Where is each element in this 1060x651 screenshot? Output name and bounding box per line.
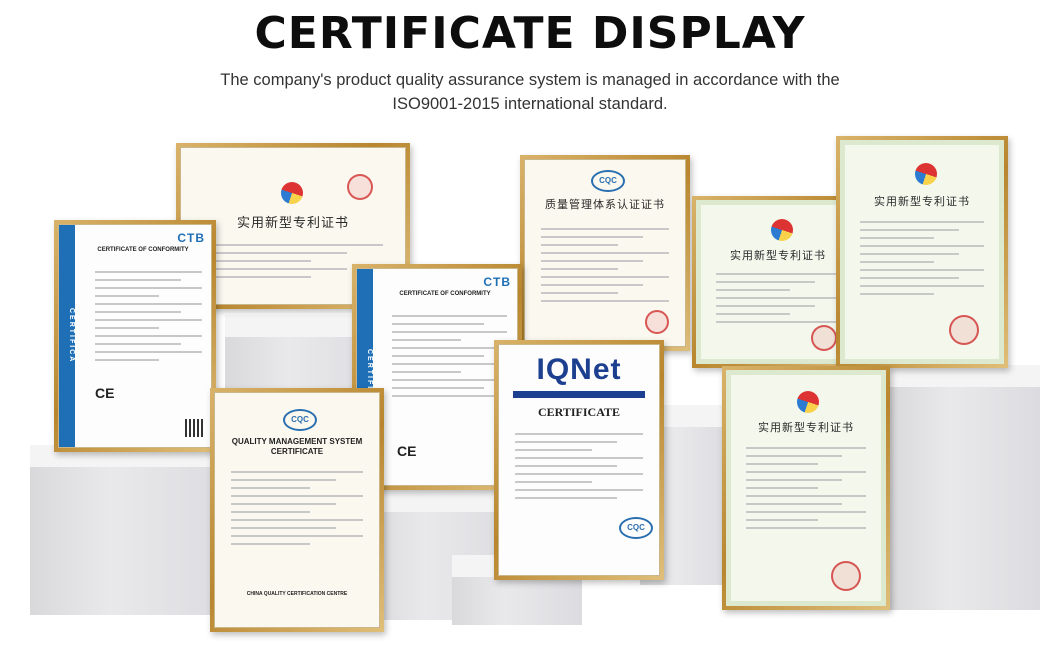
certifica-sidebar: CERTIFICA [59,225,75,447]
cqc-logo: CQC [619,517,653,539]
podium-box [890,365,1040,610]
certificate-ctb-conformity-1: CERTIFICA CTB CERTIFICATE OF CONFORMITY … [54,220,216,452]
page-title: CERTIFICATE DISPLAY [254,8,806,59]
certificate-title: 实用新型专利证书 [874,195,970,208]
subtitle-line-1: The company's product quality assurance … [220,71,840,89]
red-seal-icon [347,174,373,200]
patent-emblem-icon [281,182,303,204]
red-seal-icon [949,315,979,345]
patent-emblem-icon [771,219,793,241]
patent-emblem-icon [797,391,819,413]
ce-mark: CE [397,443,417,459]
certificate-utility-patent-4: 实用新型专利证书 [722,366,890,610]
iqnet-banner [513,391,645,398]
page-subtitle: The company's product quality assurance … [180,68,880,116]
certificate-iqnet: IQNet CERTIFICATE CQC [494,340,664,580]
ctb-logo: CTB [483,275,511,289]
ce-mark: CE [95,385,115,401]
podium-box [30,445,230,615]
certificate-title: 实用新型专利证书 [730,249,826,262]
red-seal-icon [811,325,837,351]
certificate-title: 质量管理体系认证证书 [545,198,665,211]
certificate-title: CERTIFICATE [537,405,621,419]
red-seal-icon [645,310,669,334]
subtitle-line-2: ISO9001-2015 international standard. [392,95,668,113]
cqc-logo: CQC [591,170,625,192]
qr-code [185,419,203,437]
certificate-title: CERTIFICATE OF CONFORMITY [97,247,189,253]
iqnet-logo: IQNet [536,353,622,386]
patent-emblem-icon [915,163,937,185]
certificate-title: QUALITY MANAGEMENT SYSTEM CERTIFICATE [231,437,363,456]
certificate-title: 实用新型专利证书 [758,421,854,434]
issuer-name: CHINA QUALITY CERTIFICATION CENTRE [246,591,348,597]
certificate-quality-management-cn: CQC 质量管理体系认证证书 [520,155,690,351]
cqc-logo: CQC [283,409,317,431]
red-seal-icon [831,561,861,591]
certificate-utility-patent-3: 实用新型专利证书 [836,136,1008,368]
certificate-quality-management-en: CQC QUALITY MANAGEMENT SYSTEM CERTIFICAT… [210,388,384,632]
certificate-title: CERTIFICATE OF CONFORMITY [399,291,491,297]
ctb-logo: CTB [177,231,205,245]
